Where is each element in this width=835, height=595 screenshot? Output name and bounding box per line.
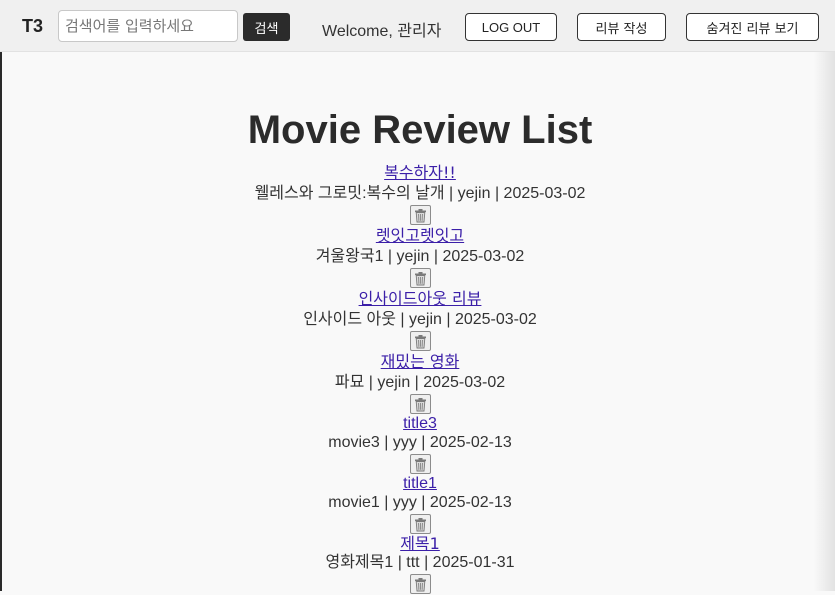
review-meta: 웰레스와 그로밋:복수의 날개 | yejin | 2025-03-02 — [0, 183, 835, 205]
delete-review-button[interactable] — [410, 205, 431, 225]
delete-row — [0, 331, 835, 352]
review-title-link[interactable]: 렛잇고렛잇고 — [0, 226, 835, 246]
review-meta: 영화제목1 | ttt | 2025-01-31 — [0, 552, 835, 574]
review-item: 렛잇고렛잇고겨울왕국1 | yejin | 2025-03-02 — [0, 226, 835, 289]
delete-row — [0, 268, 835, 289]
delete-review-button[interactable] — [410, 454, 431, 474]
site-logo[interactable]: T3 — [22, 16, 43, 37]
trash-icon — [411, 518, 430, 532]
delete-review-button[interactable] — [410, 514, 431, 534]
delete-row — [0, 454, 835, 475]
review-item: title3movie3 | yyy | 2025-02-13 — [0, 415, 835, 475]
search-input[interactable] — [58, 10, 238, 42]
review-meta: 인사이드 아웃 | yejin | 2025-03-02 — [0, 309, 835, 331]
top-navbar: T3 검색 Welcome, 관리자 LOG OUT 리뷰 작성 숨겨진 리뷰 … — [0, 0, 835, 52]
review-item: 복수하자!!웰레스와 그로밋:복수의 날개 | yejin | 2025-03-… — [0, 163, 835, 226]
review-title-link[interactable]: 제목1 — [0, 535, 835, 552]
trash-icon — [411, 335, 430, 349]
delete-review-button[interactable] — [410, 331, 431, 351]
review-meta: movie3 | yyy | 2025-02-13 — [0, 432, 835, 454]
review-title-link[interactable]: 복수하자!! — [0, 163, 835, 183]
search-button[interactable]: 검색 — [243, 13, 290, 41]
delete-row — [0, 514, 835, 535]
delete-review-button[interactable] — [410, 394, 431, 414]
review-meta: 겨울왕국1 | yejin | 2025-03-02 — [0, 246, 835, 268]
trash-icon — [411, 272, 430, 286]
page-title: Movie Review List — [0, 106, 835, 154]
review-item: 제목1영화제목1 | ttt | 2025-01-31 — [0, 535, 835, 595]
trash-icon — [411, 578, 430, 592]
delete-row — [0, 205, 835, 226]
review-title-link[interactable]: 인사이드아웃 리뷰 — [0, 289, 835, 309]
trash-icon — [411, 458, 430, 472]
welcome-text: Welcome, 관리자 — [322, 17, 441, 41]
review-list: 복수하자!!웰레스와 그로밋:복수의 날개 | yejin | 2025-03-… — [0, 163, 835, 595]
review-meta: 파묘 | yejin | 2025-03-02 — [0, 372, 835, 394]
review-title-link[interactable]: title1 — [0, 475, 835, 492]
delete-row — [0, 574, 835, 595]
trash-icon — [411, 398, 430, 412]
review-title-link[interactable]: title3 — [0, 415, 835, 432]
delete-review-button[interactable] — [410, 268, 431, 288]
review-item: 인사이드아웃 리뷰인사이드 아웃 | yejin | 2025-03-02 — [0, 289, 835, 352]
write-review-button[interactable]: 리뷰 작성 — [577, 13, 666, 41]
review-item: 재밌는 영화파묘 | yejin | 2025-03-02 — [0, 352, 835, 415]
logout-button[interactable]: LOG OUT — [465, 13, 557, 41]
delete-review-button[interactable] — [410, 574, 431, 594]
trash-icon — [411, 209, 430, 223]
review-title-link[interactable]: 재밌는 영화 — [0, 352, 835, 372]
hidden-reviews-button[interactable]: 숨겨진 리뷰 보기 — [686, 13, 819, 41]
review-item: title1movie1 | yyy | 2025-02-13 — [0, 475, 835, 535]
delete-row — [0, 394, 835, 415]
review-meta: movie1 | yyy | 2025-02-13 — [0, 492, 835, 514]
